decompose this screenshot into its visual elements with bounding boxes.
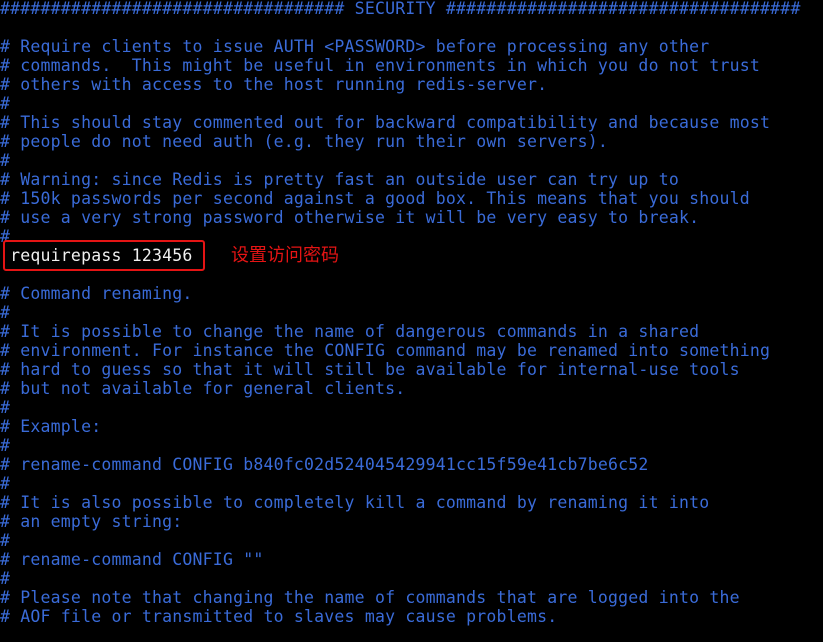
config-line: # AOF file or transmitted to slaves may …	[0, 607, 558, 626]
config-line: #	[0, 474, 11, 493]
terminal-editor[interactable]: ################################## SECUR…	[0, 0, 823, 642]
config-line: #	[0, 436, 11, 455]
config-line: # Example:	[0, 417, 102, 436]
config-line: ################################## SECUR…	[0, 0, 801, 18]
highlight-box	[3, 240, 205, 271]
annotation-label: 设置访问密码	[231, 245, 339, 266]
config-line: # 150k passwords per second against a go…	[0, 189, 750, 208]
config-line: #	[0, 303, 11, 322]
config-line: # Require clients to issue AUTH <PASSWOR…	[0, 37, 710, 56]
config-line: #	[0, 151, 11, 170]
config-line: # rename-command CONFIG b840fc02d5240454…	[0, 455, 649, 474]
config-line: # It is also possible to completely kill…	[0, 493, 710, 512]
config-line: # use a very strong password otherwise i…	[0, 208, 700, 227]
config-line: # Warning: since Redis is pretty fast an…	[0, 170, 679, 189]
config-line: #	[0, 94, 11, 113]
config-line: # Please note that changing the name of …	[0, 588, 740, 607]
config-line: # This should stay commented out for bac…	[0, 113, 771, 132]
config-line: # people do not need auth (e.g. they run…	[0, 132, 609, 151]
config-line: # an empty string:	[0, 512, 183, 531]
config-line: #	[0, 569, 11, 588]
config-line: # environment. For instance the CONFIG c…	[0, 341, 771, 360]
config-line: # Command renaming.	[0, 284, 193, 303]
config-line: # others with access to the host running…	[0, 75, 548, 94]
config-line: # rename-command CONFIG ""	[0, 550, 264, 569]
config-line: # It is possible to change the name of d…	[0, 322, 700, 341]
config-line: #	[0, 398, 11, 417]
config-line: # hard to guess so that it will still be…	[0, 360, 740, 379]
config-line: #	[0, 531, 11, 550]
config-line: # but not available for general clients.	[0, 379, 406, 398]
config-line: # commands. This might be useful in envi…	[0, 56, 761, 75]
